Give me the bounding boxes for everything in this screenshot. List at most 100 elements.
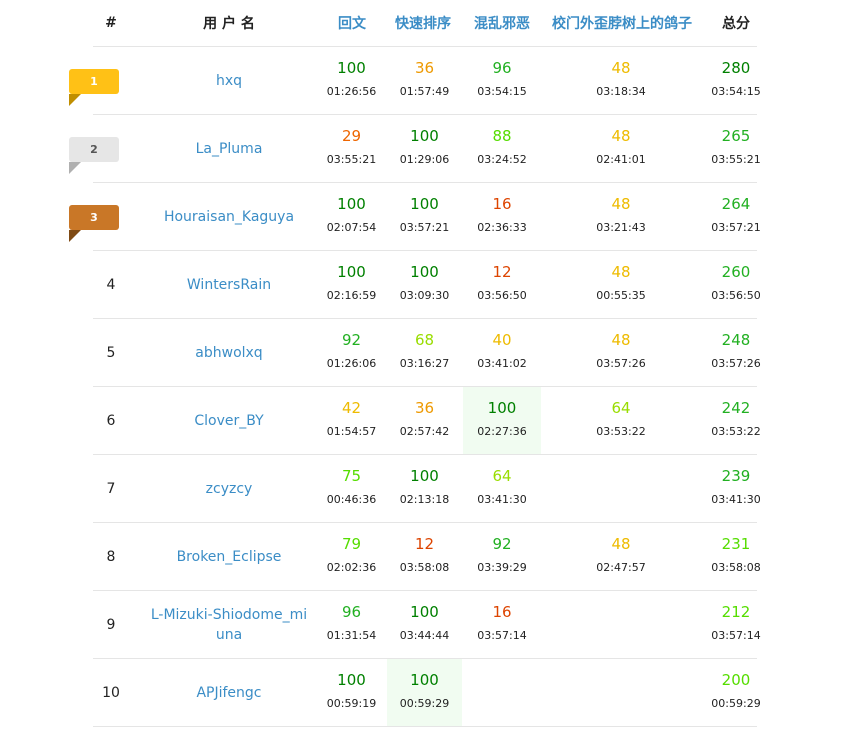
submission-time: 03:18:34 [596, 85, 646, 98]
problem-score-cell[interactable]: 12 03:58:08 [387, 523, 462, 591]
problem-score-cell[interactable]: 96 03:54:15 [463, 47, 541, 115]
problem-score-cell[interactable]: 100 00:59:19 [316, 659, 387, 727]
total-score-cell[interactable]: 264 03:57:21 [706, 183, 766, 251]
problem-score-cell[interactable]: 92 01:26:06 [316, 319, 387, 387]
rank-medal-bronze: 3 [69, 205, 119, 230]
submission-time: 03:41:30 [477, 493, 527, 506]
medal-ribbon-tail [69, 162, 81, 174]
score-value: 200 [721, 671, 751, 689]
score-value: 100 [410, 195, 439, 213]
total-score-cell[interactable]: 260 03:56:50 [706, 251, 766, 319]
rank-number: 7 [106, 481, 116, 497]
problem-score-cell[interactable]: 100 01:26:56 [316, 47, 387, 115]
problem-score-cell[interactable]: 48 03:18:34 [541, 47, 701, 115]
submission-time: 00:55:35 [596, 289, 646, 302]
total-score-cell[interactable]: 200 00:59:29 [706, 659, 766, 727]
username-link[interactable]: WintersRain [150, 251, 308, 319]
table-row: 1 hxq 100 01:26:56 36 01:57:49 96 03:54:15 48 03:… [0, 47, 864, 115]
problem-score-cell[interactable]: 42 01:54:57 [316, 387, 387, 455]
submission-time: 02:16:59 [326, 289, 377, 302]
submission-time: 02:02:36 [326, 561, 377, 574]
score-value: 48 [611, 263, 631, 281]
score-value: 42 [341, 399, 362, 417]
problem-score-cell[interactable] [541, 591, 701, 659]
problem-score-cell[interactable]: 16 02:36:33 [463, 183, 541, 251]
problem-score-cell[interactable]: 64 03:53:22 [541, 387, 701, 455]
problem-score-cell[interactable]: 92 03:39:29 [463, 523, 541, 591]
rank-number: 5 [106, 345, 116, 361]
problem-score-cell[interactable]: 12 03:56:50 [463, 251, 541, 319]
total-score-cell[interactable]: 239 03:41:30 [706, 455, 766, 523]
total-score-cell[interactable]: 265 03:55:21 [706, 115, 766, 183]
problem-score-cell[interactable]: 100 02:13:18 [387, 455, 462, 523]
username-link[interactable]: zcyzcy [150, 455, 308, 523]
problem-score-cell[interactable] [541, 659, 701, 727]
header-problem-3[interactable]: 混乱邪恶 [463, 0, 541, 46]
score-value: 100 [337, 263, 366, 281]
problem-score-cell[interactable] [541, 455, 701, 523]
problem-score-cell[interactable]: 48 03:57:26 [541, 319, 701, 387]
rank-medal-gold: 1 [69, 69, 119, 94]
problem-score-cell[interactable]: 48 02:41:01 [541, 115, 701, 183]
header-total: 总分 [722, 16, 750, 32]
problem-score-cell[interactable]: 100 00:59:29 [387, 659, 462, 727]
problem-score-cell[interactable]: 75 00:46:36 [316, 455, 387, 523]
total-score-cell[interactable]: 231 03:58:08 [706, 523, 766, 591]
username-link[interactable]: abhwolxq [150, 319, 308, 387]
problem-score-cell[interactable]: 16 03:57:14 [463, 591, 541, 659]
header-problem-1[interactable]: 回文 [317, 0, 387, 46]
submission-time: 03:57:14 [711, 629, 761, 642]
submission-time: 01:26:06 [326, 357, 377, 370]
username-link[interactable]: Broken_Eclipse [150, 523, 308, 591]
score-value: 100 [410, 127, 439, 145]
problem-score-cell[interactable]: 100 02:07:54 [316, 183, 387, 251]
problem-score-cell[interactable]: 100 03:57:21 [387, 183, 462, 251]
username-link[interactable]: Clover_BY [150, 387, 308, 455]
score-value: 100 [337, 195, 366, 213]
total-score-cell[interactable]: 212 03:57:14 [706, 591, 766, 659]
problem-score-cell[interactable]: 100 03:44:44 [387, 591, 462, 659]
score-value: 68 [414, 331, 435, 349]
problem-score-cell[interactable]: 100 02:27:36 [463, 387, 541, 455]
problem-score-cell[interactable]: 88 03:24:52 [463, 115, 541, 183]
problem-score-cell[interactable]: 29 03:55:21 [316, 115, 387, 183]
username-link[interactable]: hxq [150, 47, 308, 115]
score-value: 231 [721, 535, 751, 553]
username-link[interactable]: La_Pluma [150, 115, 308, 183]
username-link[interactable]: APJifengc [150, 659, 308, 727]
submission-time: 03:24:52 [477, 153, 527, 166]
problem-score-cell[interactable]: 40 03:41:02 [463, 319, 541, 387]
problem-score-cell[interactable]: 96 01:31:54 [316, 591, 387, 659]
total-score-cell[interactable]: 242 03:53:22 [706, 387, 766, 455]
submission-time: 03:54:15 [711, 85, 761, 98]
problem-score-cell[interactable]: 48 00:55:35 [541, 251, 701, 319]
submission-time: 03:41:30 [711, 493, 761, 506]
problem-score-cell[interactable]: 64 03:41:30 [463, 455, 541, 523]
score-value: 79 [341, 535, 362, 553]
problem-score-cell[interactable]: 79 02:02:36 [316, 523, 387, 591]
total-score-cell[interactable]: 280 03:54:15 [706, 47, 766, 115]
problem-score-cell[interactable] [463, 659, 541, 727]
score-value: 88 [492, 127, 512, 145]
header-problem-4[interactable]: 校门外歪脖树上的鸽子 [543, 0, 701, 46]
username-link[interactable]: Houraisan_Kaguya [150, 183, 308, 251]
problem-score-cell[interactable]: 36 01:57:49 [387, 47, 462, 115]
problem-score-cell[interactable]: 68 03:16:27 [387, 319, 462, 387]
header-problem-2[interactable]: 快速排序 [388, 0, 458, 46]
submission-time: 03:53:22 [596, 425, 646, 438]
problem-score-cell[interactable]: 100 01:29:06 [387, 115, 462, 183]
username-link[interactable]: L-Mizuki-Shiodome_miuna [150, 591, 308, 659]
score-value: 48 [611, 59, 631, 77]
table-row: 9 L-Mizuki-Shiodome_miuna 96 01:31:54 100 03:… [0, 591, 864, 659]
problem-score-cell[interactable]: 100 03:09:30 [387, 251, 462, 319]
problem-score-cell[interactable]: 48 03:21:43 [541, 183, 701, 251]
score-value: 100 [410, 671, 439, 689]
submission-time: 02:41:01 [596, 153, 646, 166]
score-value: 100 [410, 263, 439, 281]
table-row: 3 Houraisan_Kaguya 100 02:07:54 100 03:57:21 1… [0, 183, 864, 251]
problem-score-cell[interactable]: 48 02:47:57 [541, 523, 701, 591]
total-score-cell[interactable]: 248 03:57:26 [706, 319, 766, 387]
submission-time: 00:46:36 [326, 493, 377, 506]
problem-score-cell[interactable]: 100 02:16:59 [316, 251, 387, 319]
problem-score-cell[interactable]: 36 02:57:42 [387, 387, 462, 455]
